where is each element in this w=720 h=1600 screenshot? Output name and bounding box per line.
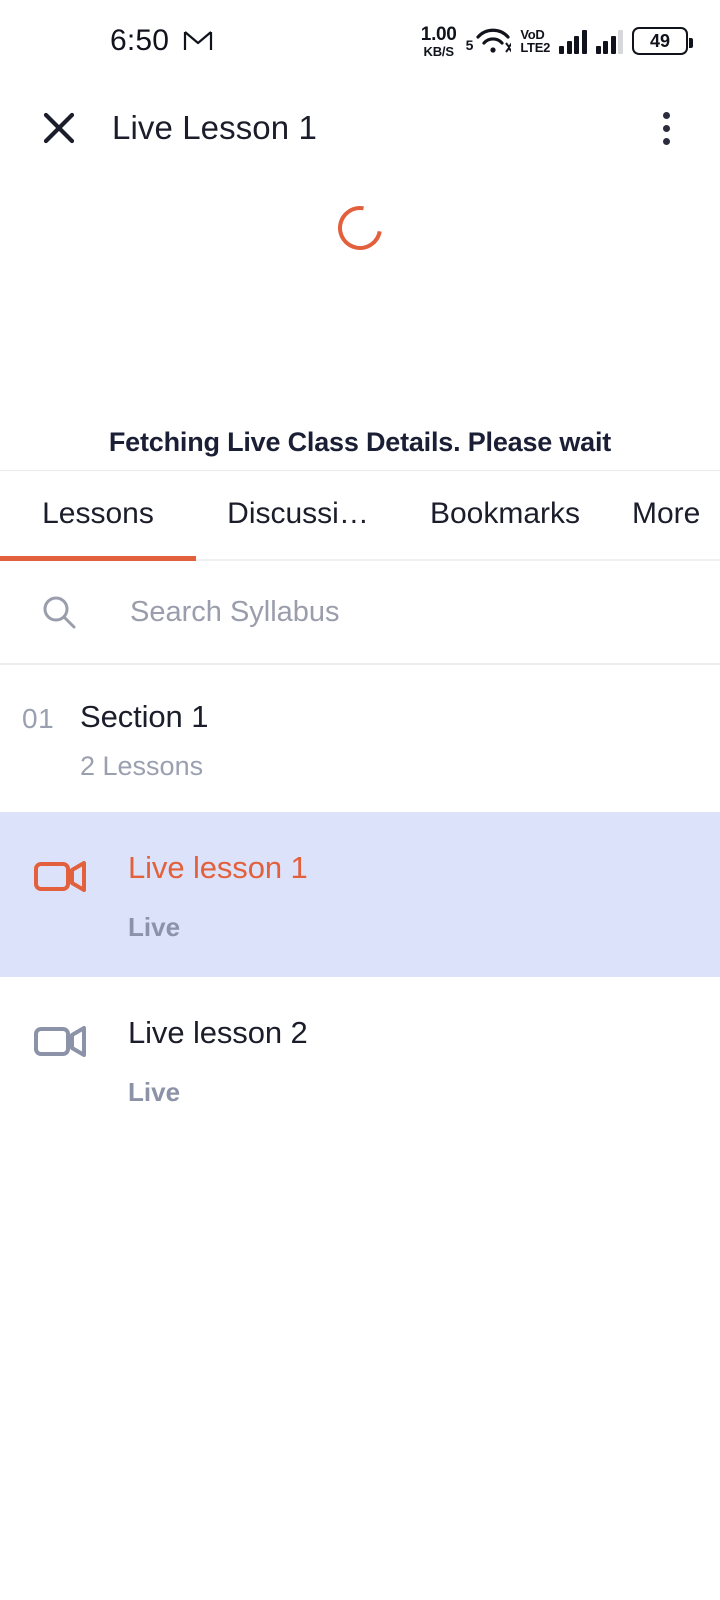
volte-indicator: VoD LTE2 xyxy=(520,28,550,54)
section-title: Section 1 xyxy=(80,699,209,734)
network-speed-unit: KB/S xyxy=(423,43,454,59)
search-input[interactable]: Search Syllabus xyxy=(130,596,340,629)
gmail-icon xyxy=(184,31,213,50)
signal-bars-sim1 xyxy=(559,28,587,54)
section-header[interactable]: 01 Section 1 2 Lessons xyxy=(0,665,720,812)
page-title: Live Lesson 1 xyxy=(112,109,317,146)
status-bar-right: 1.00 KB/S 5 VoD LTE2 49 xyxy=(421,25,693,58)
close-icon xyxy=(43,112,75,144)
lesson-row-live-lesson-1[interactable]: Live lesson 1 Live xyxy=(0,812,720,977)
lesson-type-label: Live xyxy=(128,912,181,942)
video-player-loading-area: Fetching Live Class Details. Please wait xyxy=(0,174,720,470)
syllabus-panel: Search Syllabus 01 Section 1 2 Lessons L… xyxy=(0,561,720,1600)
tab-lessons[interactable]: Lessons xyxy=(0,471,196,557)
app-bar: Live Lesson 1 xyxy=(0,82,720,174)
search-bar[interactable]: Search Syllabus xyxy=(0,561,720,663)
tab-list[interactable]: Lessons Discussi… Bookmarks More xyxy=(0,471,720,557)
network-speed-value: 1.00 xyxy=(420,23,457,45)
search-icon xyxy=(43,596,76,629)
tab-discussions[interactable]: Discussi… xyxy=(196,471,400,557)
video-camera-icon xyxy=(34,861,86,892)
wifi-band-label: 5 xyxy=(465,37,474,53)
section-body: Section 1 2 Lessons xyxy=(80,699,208,782)
battery-indicator: 49 xyxy=(632,27,693,55)
status-bar: 6:50 1.00 KB/S 5 VoD LTE2 49 xyxy=(0,0,720,82)
video-camera-icon xyxy=(34,1026,86,1057)
close-button[interactable] xyxy=(36,105,82,151)
status-time: 6:50 xyxy=(110,24,170,57)
signal-bars-sim2 xyxy=(595,28,623,54)
lesson-row-live-lesson-2[interactable]: Live lesson 2 Live xyxy=(0,977,720,1142)
lesson-type-label: Live xyxy=(128,1077,181,1107)
app-screen: 6:50 1.00 KB/S 5 VoD LTE2 49 Live Lesson… xyxy=(0,0,720,1600)
more-vertical-icon xyxy=(662,111,670,119)
tab-active-indicator xyxy=(0,556,196,561)
wifi-icon xyxy=(476,28,512,53)
status-bar-left: 6:50 xyxy=(110,24,213,58)
battery-level-label: 49 xyxy=(649,30,671,51)
section-number: 01 xyxy=(22,703,55,734)
lesson-body: Live lesson 1 Live xyxy=(128,850,308,943)
volte-line-2: LTE2 xyxy=(520,40,550,55)
loading-status-text: Fetching Live Class Details. Please wait xyxy=(108,427,612,457)
lesson-body: Live lesson 2 Live xyxy=(128,1015,308,1108)
tab-more[interactable]: More xyxy=(610,471,720,557)
network-speed-indicator: 1.00 KB/S xyxy=(421,25,457,58)
overflow-menu-button[interactable] xyxy=(642,104,690,152)
wifi-indicator: 5 xyxy=(466,27,512,55)
empty-space xyxy=(0,1142,720,1600)
tab-bookmarks[interactable]: Bookmarks xyxy=(400,471,610,557)
tab-bar: Lessons Discussi… Bookmarks More xyxy=(0,471,720,561)
loading-spinner-icon xyxy=(329,197,391,259)
lesson-title: Live lesson 1 xyxy=(128,850,308,885)
section-lesson-count: 2 Lessons xyxy=(80,751,204,781)
lesson-title: Live lesson 2 xyxy=(128,1015,308,1050)
